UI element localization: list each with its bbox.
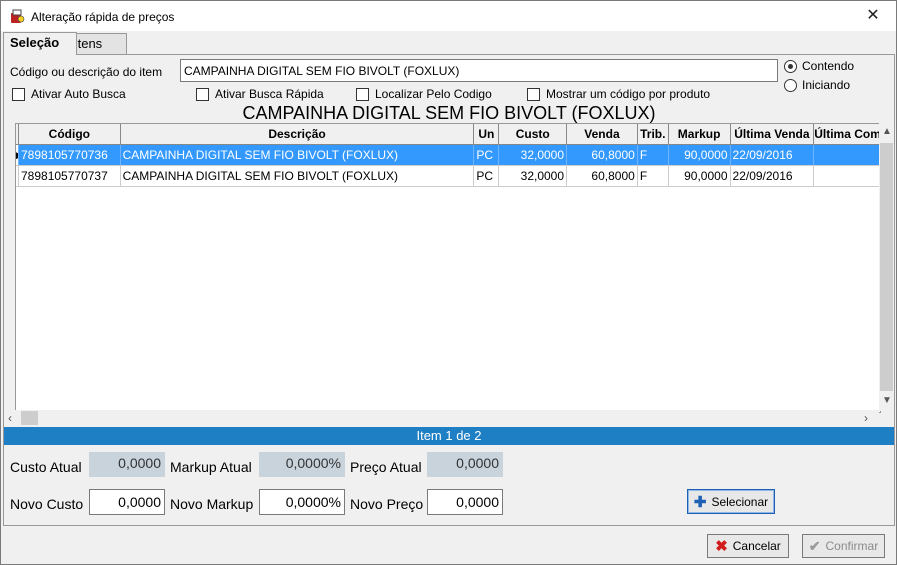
cell-un: PC [474,166,500,186]
novo-custo-label: Novo Custo [10,496,84,512]
vertical-scroll-thumb[interactable] [880,143,893,391]
cell-trib: F [638,145,669,165]
radio-iniciando-label: Iniciando [802,78,851,92]
novo-preco-label: Novo Preço [350,496,424,512]
vertical-scrollbar[interactable]: ▲ ▼ [879,123,894,411]
check-icon: ✔ [808,537,821,554]
selecionar-label: Selecionar [711,494,769,509]
confirmar-button[interactable]: ✔ Confirmar [802,534,885,558]
cancelar-button[interactable]: ✖ Cancelar [707,534,789,558]
checkbox-auto-busca[interactable]: Ativar Auto Busca [12,87,126,101]
col-markup[interactable]: Markup [669,124,731,144]
checkbox-box [527,87,540,101]
custo-atual-value: 0,0000 [89,452,165,477]
window-title: Alteração rápida de preços [31,10,175,24]
cell-un: PC [474,145,500,165]
title-bar: Alteração rápida de preços ✕ [1,1,896,31]
cell-venda: 60,8000 [567,166,638,186]
novo-custo-input[interactable] [89,489,165,515]
col-ultima-compra[interactable]: Última Com [814,124,880,144]
tab-selecao[interactable]: Seleção [3,32,77,55]
novo-markup-label: Novo Markup [170,496,254,512]
col-descricao[interactable]: Descrição [121,124,475,144]
checkbox-localizar-codigo-label: Localizar Pelo Codigo [375,87,492,101]
cell-codigo: 7898105770736 [19,145,121,165]
dialog-window: Alteração rápida de preços ✕ Seleção Ite… [0,0,897,565]
col-venda[interactable]: Venda [567,124,638,144]
search-label: Código ou descrição do item [10,65,163,79]
radio-contendo-label: Contendo [802,59,855,73]
scroll-right-icon[interactable]: › [864,411,868,425]
scroll-left-icon[interactable]: ‹ [8,411,12,425]
markup-atual-value: 0,0000% [259,452,345,477]
col-un[interactable]: Un [474,124,500,144]
checkbox-mostrar-codigo-label: Mostrar um código por produto [546,87,711,101]
selection-panel: Código ou descrição do item Contendo Ini… [3,54,895,526]
novo-markup-input[interactable] [259,489,345,515]
close-icon[interactable]: ✕ [850,1,896,31]
checkbox-auto-busca-label: Ativar Auto Busca [31,87,126,101]
novo-preco-input[interactable] [427,489,503,515]
table-row[interactable]: 7898105770737 CAMPAINHA DIGITAL SEM FIO … [16,166,880,187]
scroll-up-icon[interactable]: ▲ [882,126,892,137]
confirmar-label: Confirmar [825,539,879,553]
app-icon [11,9,25,23]
preco-atual-label: Preço Atual [350,459,422,475]
radio-contendo[interactable]: Contendo [784,59,854,73]
cell-ultima-compra [814,166,880,186]
cancelar-label: Cancelar [732,539,781,553]
cell-venda: 60,8000 [567,145,638,165]
radio-dot-selected [784,59,797,73]
col-ultima-venda[interactable]: Última Venda [731,124,815,144]
selecionar-button[interactable]: ✚ Selecionar [687,489,775,514]
cell-codigo: 7898105770737 [19,166,121,186]
cell-ultima-compra [814,145,880,165]
item-count-bar: Item 1 de 2 [4,427,894,445]
checkbox-localizar-codigo[interactable]: Localizar Pelo Codigo [356,87,492,101]
col-codigo[interactable]: Código [19,124,121,144]
radio-dot [784,78,797,92]
checkbox-box [356,87,369,101]
checkbox-box [196,87,209,101]
checkbox-busca-rapida[interactable]: Ativar Busca Rápida [196,87,324,101]
table-row[interactable]: ▶ 7898105770736 CAMPAINHA DIGITAL SEM FI… [16,145,880,166]
cell-descricao: CAMPAINHA DIGITAL SEM FIO BIVOLT (FOXLUX… [121,145,475,165]
checkbox-busca-rapida-label: Ativar Busca Rápida [215,87,324,101]
checkbox-box [12,87,25,101]
cell-custo: 32,0000 [499,166,568,186]
col-trib[interactable]: Trib. [638,124,669,144]
grid-header: Código Descrição Un Custo Venda Trib. Ma… [16,124,880,145]
product-title: CAMPAINHA DIGITAL SEM FIO BIVOLT (FOXLUX… [242,103,656,123]
cell-trib: F [638,166,669,186]
cell-markup: 90,0000 [669,166,731,186]
radio-iniciando[interactable]: Iniciando [784,78,850,92]
custo-atual-label: Custo Atual [10,459,82,475]
cell-ultima-venda: 22/09/2016 [731,145,815,165]
col-custo[interactable]: Custo [499,124,568,144]
cell-ultima-venda: 22/09/2016 [731,166,815,186]
cell-custo: 32,0000 [499,145,568,165]
cell-descricao: CAMPAINHA DIGITAL SEM FIO BIVOLT (FOXLUX… [121,166,475,186]
horizontal-scrollbar[interactable]: ‹ › [4,410,879,426]
markup-atual-label: Markup Atual [170,459,252,475]
search-input[interactable] [180,59,778,82]
x-icon: ✖ [715,538,728,555]
horizontal-scroll-thumb[interactable] [21,411,38,425]
checkbox-mostrar-codigo[interactable]: Mostrar um código por produto [527,87,710,101]
cell-markup: 90,0000 [669,145,731,165]
preco-atual-value: 0,0000 [427,452,503,477]
scroll-down-icon[interactable]: ▼ [882,395,892,406]
plus-icon: ✚ [693,493,707,511]
items-grid[interactable]: Código Descrição Un Custo Venda Trib. Ma… [15,123,881,413]
